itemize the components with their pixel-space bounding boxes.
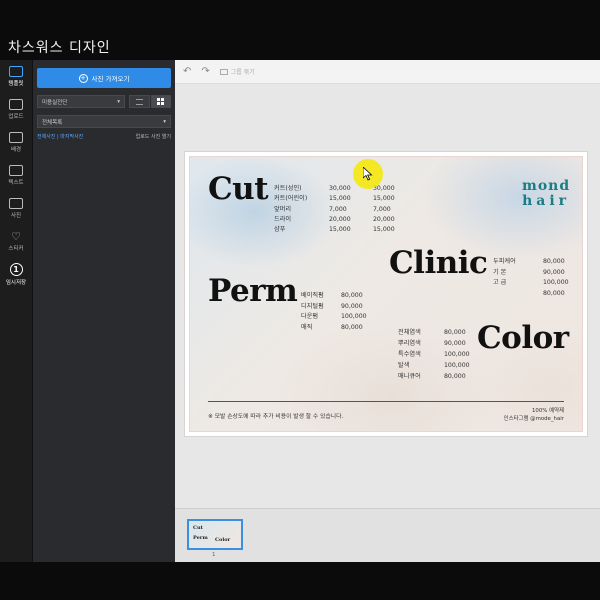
open-upload-link[interactable]: 업로드 사진 열기 bbox=[136, 133, 171, 140]
table-row: 다운펌 100,000 bbox=[301, 313, 367, 321]
redo-icon[interactable]: ↷ bbox=[201, 66, 209, 77]
rail-label: 배경 bbox=[10, 147, 22, 153]
table-row: 매니큐어 80,000 bbox=[398, 373, 466, 380]
table-row: 커트(성인) 30,000 30,000 bbox=[274, 185, 395, 192]
table-row: 앞머리 7,000 7,000 bbox=[274, 205, 391, 213]
table-row: 샴푸 15,000 15,000 bbox=[274, 226, 395, 234]
app-window: 차스워스 디자인 템플릿 업로드 배경 텍스트 사진 ♡ 스티커 1 임시저장 … bbox=[0, 0, 600, 600]
workspace: ↶ ↷ 그룹 묶기 Cut Perm Clinic Color mond hai… bbox=[175, 60, 600, 562]
heading-cut[interactable]: Cut bbox=[208, 171, 269, 207]
page-strip: Cut Perm Color 1 bbox=[175, 508, 600, 562]
group-button[interactable]: 그룹 묶기 bbox=[219, 67, 255, 76]
rail-label: 업로드 bbox=[8, 114, 24, 120]
color-price-table[interactable]: 전체염색 80,000 뿌리염색 90,000 특수염색 100,000 탈색 100,… bbox=[398, 327, 474, 382]
view-toggle bbox=[129, 95, 171, 108]
footer-info[interactable]: 100% 예약제 인스타그램 @mode_hair bbox=[504, 407, 564, 423]
rail-label: 임시저장 bbox=[5, 280, 27, 286]
title-bar: 차스워스 디자인 bbox=[0, 34, 600, 60]
app-brand: 차스워스 디자인 bbox=[8, 37, 111, 57]
rail-item-background[interactable]: 배경 bbox=[0, 126, 32, 159]
thumb-heading-perm: Perm bbox=[193, 535, 208, 541]
rail-item-upload[interactable]: 업로드 bbox=[0, 93, 32, 126]
table-row: 베이직펌 80,000 bbox=[301, 292, 363, 299]
table-row: 기 본 90,000 bbox=[493, 268, 565, 276]
upload-photo-label: 사진 가져오기 bbox=[91, 75, 130, 83]
upload-icon bbox=[9, 99, 23, 110]
side-panel: + 사진 가져오기 미용실전단 ▾ 전체목록 ▾ 전체사진 | 마지막사진 업로… bbox=[33, 60, 175, 562]
heart-icon: ♡ bbox=[11, 230, 21, 243]
grid-view-button[interactable] bbox=[150, 95, 171, 108]
price-list-design[interactable]: Cut Perm Clinic Color mond hair 커트(성인) 30… bbox=[189, 156, 583, 432]
rail-item-photo[interactable]: 사진 bbox=[0, 192, 32, 225]
app-title: 차스워스 디자인 bbox=[8, 40, 111, 56]
heading-clinic[interactable]: Clinic bbox=[389, 245, 488, 281]
rail-item-sticker[interactable]: ♡ 스티커 bbox=[0, 225, 32, 258]
photo-filter-link[interactable]: 전체사진 | 마지막사진 bbox=[37, 133, 83, 140]
table-row: 탈색 100,000 bbox=[398, 362, 470, 369]
sort-select-value: 전체목록 bbox=[42, 119, 63, 126]
rail-label: 템플릿 bbox=[8, 81, 24, 87]
heading-color[interactable]: Color bbox=[477, 320, 569, 356]
instagram-text: 인스타그램 @mode_hair bbox=[503, 416, 564, 422]
text-icon bbox=[9, 165, 23, 176]
rail-item-template[interactable]: 템플릿 bbox=[0, 60, 32, 93]
photo-icon bbox=[9, 198, 23, 209]
rail-label: 사진 bbox=[10, 213, 22, 219]
table-row: 디지털펌 90,000 bbox=[301, 302, 363, 310]
thumb-heading-color: Color bbox=[215, 537, 231, 543]
category-select[interactable]: 미용실전단 ▾ bbox=[37, 95, 125, 108]
clinic-price-table[interactable]: 두피케어 80,000 기 본 90,000 고 급 100,000 80,000 bbox=[493, 257, 573, 300]
background-icon bbox=[9, 132, 23, 143]
table-row: 80,000 bbox=[543, 290, 565, 298]
save-number-icon: 1 bbox=[9, 263, 23, 276]
table-row: 전체염색 80,000 bbox=[398, 329, 466, 336]
logo-line-1: mond bbox=[522, 178, 571, 194]
template-icon bbox=[9, 66, 23, 77]
reservation-text: 100% 예약제 bbox=[531, 408, 564, 414]
rail-label: 텍스트 bbox=[8, 180, 24, 186]
page-number: 1 bbox=[212, 552, 216, 558]
salon-logo[interactable]: mond hair bbox=[522, 179, 570, 209]
upload-photo-button[interactable]: + 사진 가져오기 bbox=[37, 68, 171, 88]
group-label: 그룹 묶기 bbox=[230, 69, 255, 76]
rail-item-temp-save[interactable]: 1 임시저장 bbox=[0, 258, 32, 291]
list-icon bbox=[135, 98, 143, 105]
chevron-down-icon: ▾ bbox=[117, 98, 120, 105]
heading-perm[interactable]: Perm bbox=[208, 273, 298, 309]
rail-item-text[interactable]: 텍스트 bbox=[0, 159, 32, 192]
cut-price-table[interactable]: 커트(성인) 30,000 30,000 커트(어린이) 15,000 15,000 앞… bbox=[274, 184, 405, 235]
left-rail: 템플릿 업로드 배경 텍스트 사진 ♡ 스티커 1 임시저장 bbox=[0, 60, 33, 562]
design-canvas[interactable]: Cut Perm Clinic Color mond hair 커트(성인) 30… bbox=[185, 152, 587, 436]
table-row: 특수염색 100,000 bbox=[398, 351, 470, 358]
group-icon bbox=[219, 68, 228, 75]
perm-price-table[interactable]: 베이직펌 80,000 디지털펌 90,000 다운펌 100,000 매직 80,00… bbox=[301, 291, 371, 333]
thumb-heading-cut: Cut bbox=[193, 525, 203, 531]
rail-label: 스티커 bbox=[8, 246, 24, 252]
footer-divider bbox=[208, 401, 564, 402]
logo-line-2: hair bbox=[522, 193, 571, 209]
table-row: 매직 80,000 bbox=[301, 323, 363, 331]
category-select-value: 미용실전단 bbox=[42, 99, 68, 106]
editor-toolbar: ↶ ↷ 그룹 묶기 bbox=[175, 60, 600, 84]
panel-links: 전체사진 | 마지막사진 업로드 사진 열기 bbox=[37, 133, 171, 140]
sort-select[interactable]: 전체목록 ▾ bbox=[37, 115, 171, 128]
table-row: 두피케어 80,000 bbox=[493, 258, 565, 265]
page-thumbnail[interactable]: Cut Perm Color bbox=[187, 519, 243, 550]
table-row: 커트(어린이) 15,000 15,000 bbox=[274, 195, 395, 203]
table-row: 드라이 20,000 20,000 bbox=[274, 215, 395, 223]
list-view-button[interactable] bbox=[129, 95, 150, 108]
grid-icon bbox=[157, 98, 165, 105]
damage-note[interactable]: ※ 모발 손상도에 따라 추가 비용이 발생 할 수 있습니다. bbox=[208, 411, 343, 420]
plus-icon: + bbox=[78, 73, 88, 83]
undo-icon[interactable]: ↶ bbox=[183, 66, 191, 77]
table-row: 고 급 100,000 bbox=[493, 279, 569, 287]
table-row: 뿌리염색 90,000 bbox=[398, 340, 466, 347]
chevron-down-icon: ▾ bbox=[163, 118, 166, 125]
